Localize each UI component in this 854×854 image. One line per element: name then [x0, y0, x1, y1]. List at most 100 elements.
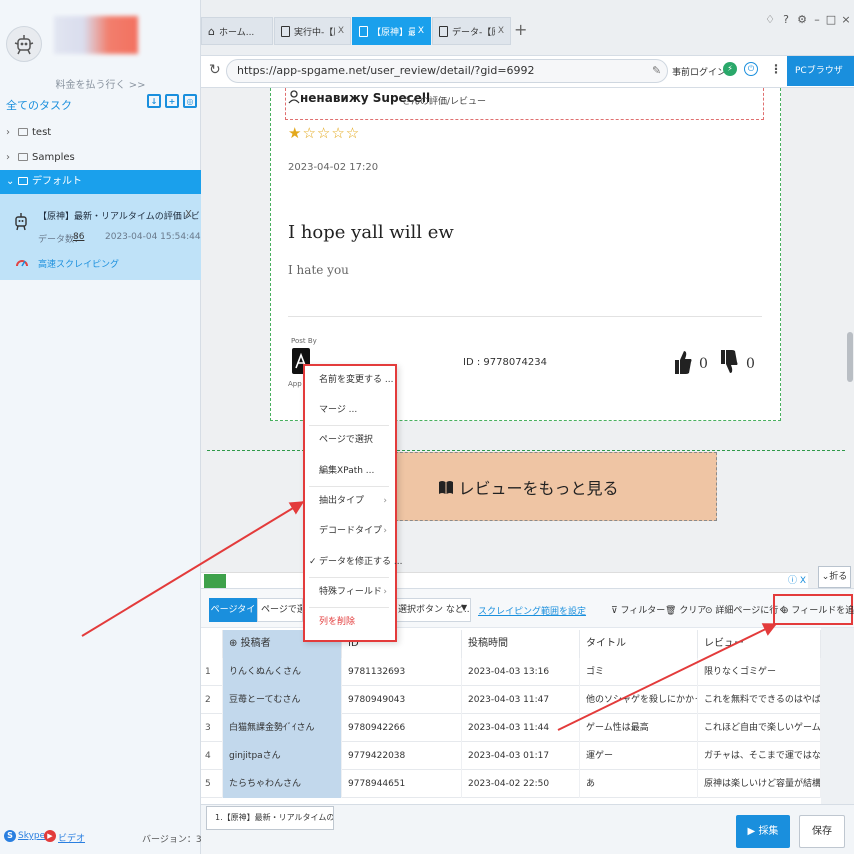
add-tab-icon[interactable]: + — [514, 20, 527, 39]
cell-title[interactable]: あ — [580, 770, 698, 798]
minimize-icon[interactable]: – — [811, 14, 823, 26]
menu-item-edit-xpath[interactable]: 編集XPath ... — [305, 464, 395, 478]
tree-item-test[interactable]: › test — [0, 121, 201, 145]
cell-poster[interactable]: りんくぬんくさん — [223, 658, 342, 686]
filter-button[interactable]: ⊽ フィルター — [611, 603, 665, 616]
menu-divider — [309, 486, 389, 487]
window-close-icon[interactable]: × — [840, 14, 852, 26]
gift-icon[interactable]: ♢ — [764, 14, 776, 26]
tree-item-default[interactable]: ⌄ デフォルト — [0, 170, 201, 194]
cell-id[interactable]: 9781132693 — [342, 658, 462, 686]
help-icon[interactable]: ? — [780, 14, 792, 26]
cell-review[interactable]: ガチャは、そこまで運ではないけ... — [698, 742, 821, 770]
cell-time[interactable]: 2023-04-03 11:47 — [462, 686, 580, 714]
cell-time[interactable]: 2023-04-03 13:16 — [462, 658, 580, 686]
thumbs-down-icon[interactable] — [719, 348, 739, 376]
cell-poster[interactable]: ginjitpaさん — [223, 742, 342, 770]
cell-id[interactable]: 9779422038 — [342, 742, 462, 770]
all-tasks-label[interactable]: 全てのタスク — [6, 97, 72, 113]
table-row[interactable]: 4 ginjitpaさん 9779422038 2023-04-03 01:17… — [201, 742, 821, 770]
pc-browser-dropdown[interactable]: PCブラウザ▾ — [787, 56, 854, 106]
menu-item-merge[interactable]: マージ ... — [305, 403, 395, 417]
cell-id[interactable]: 9780942266 — [342, 714, 462, 742]
add-field-button[interactable]: ⊕ フィールドを追加 — [781, 603, 854, 616]
tab-home[interactable]: ⌂ ホーム... — [201, 17, 273, 45]
task-count-value[interactable]: 86 — [73, 232, 84, 242]
chevron-down-icon: ▼ — [461, 603, 468, 612]
search-task-icon[interactable]: ◎ — [183, 94, 197, 108]
page-type-button[interactable]: ページタイプ — [209, 598, 257, 639]
ad-info-icon[interactable]: ⓘ X — [788, 573, 806, 586]
column-header-time[interactable]: 投稿時間 — [462, 630, 580, 658]
pay-link[interactable]: 料金を払う行く >> — [0, 76, 201, 91]
collect-button[interactable]: ▶ 採集 — [736, 815, 790, 848]
tab-data[interactable]: データ-【原...X — [432, 17, 511, 45]
select-button-dropdown[interactable]: 選択ボタン など... — [395, 598, 471, 622]
extension-icon[interactable]: ⚡ — [723, 62, 737, 76]
settings-icon[interactable]: ⚙ — [796, 14, 808, 26]
row-number-header — [201, 630, 223, 658]
table-row[interactable]: 5 たらちゃわんさん 9778944651 2023-04-02 22:50 あ… — [201, 770, 821, 798]
column-header-title[interactable]: タイトル — [580, 630, 698, 658]
cell-review[interactable]: これを無料でできるのはやばいで... — [698, 686, 821, 714]
cell-title[interactable]: ゲーム性は最高 — [580, 714, 698, 742]
collapse-button[interactable]: ⌄折る — [818, 566, 851, 588]
cell-review[interactable]: 限りなくゴミゲー — [698, 658, 821, 686]
robot-avatar-icon[interactable] — [6, 26, 42, 62]
new-task-icon[interactable]: + — [165, 94, 179, 108]
scrape-range-link[interactable]: スクレイピング範囲を設定 — [478, 604, 586, 617]
pencil-icon[interactable]: ✎ — [652, 64, 661, 77]
cell-title[interactable]: ゴミ — [580, 658, 698, 686]
video-icon[interactable]: ▶ — [44, 830, 56, 842]
menu-item-decode-type[interactable]: デコードタイプ › — [305, 524, 395, 538]
power-icon[interactable]: ⏻ — [744, 62, 758, 76]
close-icon[interactable]: X — [418, 26, 424, 36]
cell-poster[interactable]: たらちゃわんさん — [223, 770, 342, 798]
pre-login-button[interactable]: 事前ログイン — [672, 65, 726, 78]
page-select-dropdown[interactable]: ページで選択 — [257, 598, 303, 622]
video-link[interactable]: ビデオ — [58, 831, 85, 844]
save-button[interactable]: 保存 — [799, 815, 845, 848]
cell-review[interactable]: 原神は楽しいけど容量が結構くい... — [698, 770, 821, 798]
menu-item-rename[interactable]: 名前を変更する ... — [305, 373, 395, 387]
more-icon[interactable]: ⋮ — [770, 62, 782, 76]
clear-button[interactable]: 🗑 クリア — [665, 603, 706, 616]
table-row[interactable]: 3 白猫無課金勢ｲﾞｲさん 9780942266 2023-04-03 11:4… — [201, 714, 821, 742]
close-icon[interactable]: X — [498, 26, 504, 36]
fast-scrape-icon — [16, 260, 28, 267]
cell-id[interactable]: 9780949043 — [342, 686, 462, 714]
close-icon[interactable]: X — [338, 26, 344, 36]
tab-running[interactable]: 実行中-【原...X — [274, 17, 351, 45]
cell-review[interactable]: これほど自由で楽しいゲームはな... — [698, 714, 821, 742]
cell-time[interactable]: 2023-04-02 22:50 — [462, 770, 580, 798]
menu-item-fix-data[interactable]: ✓ データを修正する ... — [305, 555, 402, 569]
column-header-review[interactable]: レビュー — [698, 630, 821, 658]
cell-title[interactable]: 運ゲー — [580, 742, 698, 770]
cell-id[interactable]: 9778944651 — [342, 770, 462, 798]
menu-item-select-by-page[interactable]: ページで選択 — [305, 433, 395, 447]
table-row[interactable]: 1 りんくぬんくさん 9781132693 2023-04-03 13:16 ゴ… — [201, 658, 821, 686]
cell-title[interactable]: 他のソシャゲを殺しにかかってる... — [580, 686, 698, 714]
cell-time[interactable]: 2023-04-03 01:17 — [462, 742, 580, 770]
cell-poster[interactable]: 白猫無課金勢ｲﾞｲさん — [223, 714, 342, 742]
menu-item-extract-type[interactable]: 抽出タイプ › — [305, 494, 395, 508]
menu-item-delete-column[interactable]: 列を削除 — [305, 615, 395, 629]
scroll-thumb[interactable] — [847, 332, 853, 382]
table-row[interactable]: 2 豆苺とーてむさん 9780949043 2023-04-03 11:47 他… — [201, 686, 821, 714]
thumbs-up-icon[interactable] — [673, 348, 693, 376]
fast-scrape-link[interactable]: 高速スクレイピング — [38, 257, 119, 270]
url-input[interactable]: https://app-spgame.net/user_review/detai… — [226, 59, 668, 83]
reload-icon[interactable]: ↻ — [209, 62, 221, 78]
skype-icon[interactable]: S — [4, 830, 16, 842]
task-tab[interactable]: 1.【原神】最新・リアルタイムの... — [206, 806, 334, 830]
tree-item-samples[interactable]: › Samples — [0, 146, 201, 170]
cell-time[interactable]: 2023-04-03 11:44 — [462, 714, 580, 742]
close-icon[interactable]: X — [185, 209, 192, 220]
import-icon[interactable]: ↓ — [147, 94, 161, 108]
skype-link[interactable]: Skype — [18, 831, 45, 841]
tab-genshin[interactable]: 【原神】最...X — [352, 17, 431, 45]
maximize-icon[interactable]: □ — [825, 14, 837, 26]
cell-poster[interactable]: 豆苺とーてむさん — [223, 686, 342, 714]
star-filled-icon: ★ — [288, 124, 303, 142]
menu-item-special-field[interactable]: 特殊フィールド › — [305, 585, 395, 599]
